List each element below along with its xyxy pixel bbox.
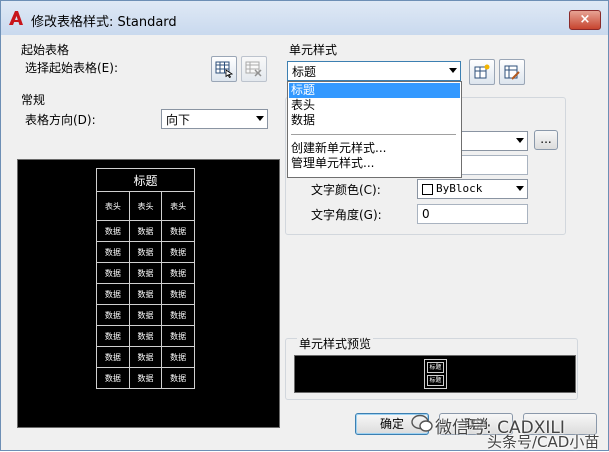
preview-data-cell: 数据 — [128, 304, 163, 326]
table-direction-label: 表格方向(D): — [25, 113, 96, 127]
preview-data-cell: 数据 — [161, 346, 195, 368]
cell-style-option-title[interactable]: 标题 — [289, 83, 460, 98]
watermark-toutiao: 头条号/CAD小苗 — [487, 433, 600, 451]
chevron-down-icon — [516, 138, 524, 143]
text-angle-value: 0 — [422, 207, 430, 221]
general-heading: 常规 — [21, 93, 46, 107]
manage-cell-styles-button[interactable] — [499, 59, 525, 85]
preview-data-row: 数据 数据 数据 — [96, 241, 195, 263]
chevron-down-icon — [516, 186, 524, 191]
preview-data-cell: 数据 — [96, 220, 130, 242]
cell-style-option-header[interactable]: 表头 — [289, 98, 460, 113]
cell-preview-heading: 单元样式预览 — [297, 335, 374, 352]
manage-style-icon — [504, 65, 520, 80]
preview-data-row: 数据 数据 数据 — [96, 346, 195, 368]
text-angle-label: 文字角度(G): — [311, 208, 382, 222]
table-preview: 标题 表头 表头 表头 数据 数据 数据 数据 数据 数据 数据 数据 数据 数据 数据 数据 数据 数据 数据… — [17, 159, 280, 428]
preview-data-cell: 数据 — [128, 241, 163, 263]
text-angle-input[interactable]: 0 — [417, 204, 528, 224]
table-select-icon — [215, 61, 233, 78]
start-table-heading: 起始表格 — [21, 43, 70, 57]
cell-style-heading: 单元样式 — [289, 43, 338, 57]
title-bar: 修改表格样式: Standard × — [1, 1, 608, 35]
preview-data-cell: 数据 — [96, 346, 130, 368]
select-start-table-label: 选择起始表格(E): — [25, 61, 118, 75]
preview-data-cell: 数据 — [161, 283, 195, 305]
chat-icon — [411, 414, 433, 432]
preview-table: 标题 表头 表头 表头 数据 数据 数据 数据 数据 数据 数据 数据 数据 数据 数据 数据 数据 数据 数据… — [96, 168, 195, 389]
preview-data-cell: 数据 — [161, 241, 195, 263]
dialog-window: 修改表格样式: Standard × 起始表格 选择起始表格(E): 常规 表格… — [0, 0, 609, 451]
preview-data-cell: 数据 — [128, 325, 163, 347]
preview-data-row: 数据 数据 数据 — [96, 367, 195, 389]
preview-data-cell: 数据 — [128, 220, 163, 242]
chevron-down-icon — [449, 68, 457, 73]
preview-data-cell: 数据 — [128, 346, 163, 368]
preview-data-cell: 数据 — [161, 325, 195, 347]
preview-data-cell: 数据 — [96, 325, 130, 347]
preview-data-cell: 数据 — [128, 262, 163, 284]
text-color-label: 文字颜色(C): — [311, 183, 381, 197]
text-style-more-button[interactable]: ... — [534, 130, 558, 150]
preview-cell: 标题 — [427, 362, 444, 373]
close-icon: × — [579, 12, 591, 27]
preview-data-cell: 数据 — [161, 262, 195, 284]
preview-data-cell: 数据 — [161, 367, 195, 389]
preview-cell-2: 标题 — [427, 375, 444, 386]
preview-data-cell: 数据 — [96, 304, 130, 326]
window-title: 修改表格样式: Standard — [31, 15, 177, 30]
remove-table-button[interactable] — [241, 56, 267, 82]
table-delete-icon — [245, 61, 262, 77]
preview-header-cell: 表头 — [161, 191, 195, 221]
preview-data-cell: 数据 — [128, 367, 163, 389]
preview-data-cell: 数据 — [96, 241, 130, 263]
close-button[interactable]: × — [569, 10, 601, 30]
new-style-icon — [474, 64, 490, 79]
cell-style-option-data[interactable]: 数据 — [289, 113, 460, 128]
cell-style-value: 标题 — [292, 65, 317, 79]
table-direction-select[interactable]: 向下 — [161, 109, 268, 129]
cell-style-preview: 标题 标题 — [294, 355, 576, 393]
preview-header-cell: 表头 — [128, 191, 163, 221]
text-color-select[interactable]: ByBlock — [417, 179, 528, 199]
new-cell-style-button[interactable] — [469, 59, 495, 85]
preview-data-row: 数据 数据 数据 — [96, 283, 195, 305]
select-table-button[interactable] — [211, 56, 237, 82]
preview-data-row: 数据 数据 数据 — [96, 262, 195, 284]
preview-title-cell: 标题 — [96, 168, 195, 192]
dropdown-separator — [291, 134, 456, 135]
preview-data-cell: 数据 — [161, 220, 195, 242]
preview-cell-frame: 标题 标题 — [424, 359, 447, 389]
create-cell-style-option[interactable]: 创建新单元样式... — [289, 141, 460, 156]
preview-data-cell: 数据 — [96, 367, 130, 389]
text-color-value: ByBlock — [436, 182, 483, 195]
chevron-down-icon — [256, 116, 264, 121]
color-swatch — [422, 184, 433, 195]
preview-data-cell: 数据 — [96, 283, 130, 305]
table-direction-value: 向下 — [166, 113, 191, 127]
cell-style-dropdown-list: 标题 表头 数据 创建新单元样式... 管理单元样式... — [287, 81, 462, 178]
preview-header-cell: 表头 — [96, 191, 130, 221]
autocad-logo-icon — [9, 11, 23, 25]
manage-cell-styles-option[interactable]: 管理单元样式... — [289, 156, 460, 171]
preview-data-row: 数据 数据 数据 — [96, 220, 195, 242]
preview-data-cell: 数据 — [96, 262, 130, 284]
preview-data-cell: 数据 — [128, 283, 163, 305]
preview-data-cell: 数据 — [161, 304, 195, 326]
cell-style-select[interactable]: 标题 — [287, 61, 461, 81]
preview-data-row: 数据 数据 数据 — [96, 325, 195, 347]
preview-data-row: 数据 数据 数据 — [96, 304, 195, 326]
